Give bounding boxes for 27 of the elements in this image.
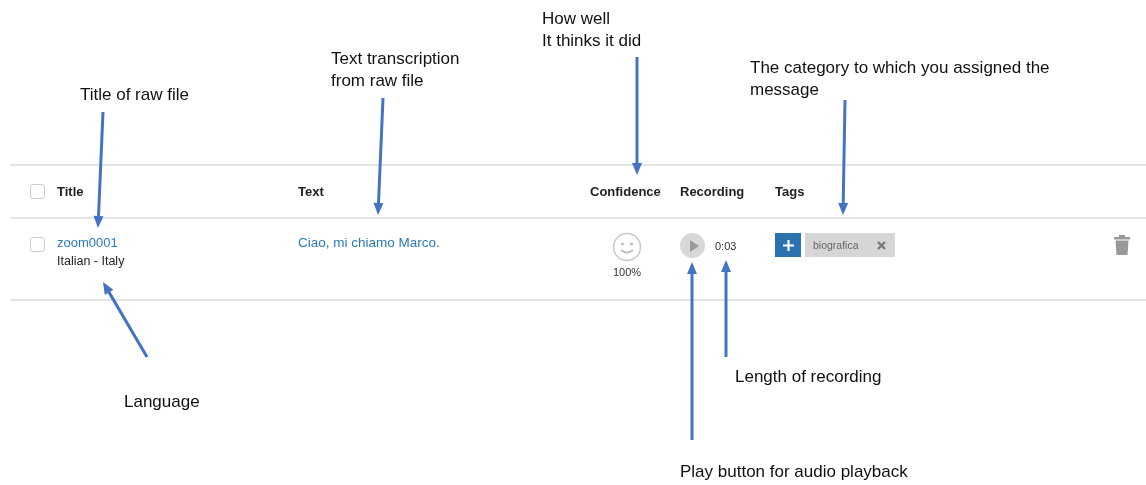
smiley-icon — [612, 232, 642, 262]
tag-label: biografica — [813, 239, 859, 251]
recording-length: 0:03 — [715, 239, 737, 252]
plus-icon — [782, 239, 794, 251]
column-header: Confidence — [590, 184, 662, 199]
annotation-text: Play button for audio playback — [680, 461, 908, 483]
play-button[interactable] — [680, 233, 705, 258]
row-checkbox[interactable] — [30, 237, 45, 252]
transcription-link[interactable]: Ciao, mi chiamo Marco. — [298, 235, 440, 250]
play-icon — [689, 239, 699, 252]
add-tag-button[interactable] — [775, 233, 801, 257]
confidence-value: 100% — [612, 266, 642, 278]
column-header: Recording — [680, 184, 746, 199]
annotation-text: Text transcription from raw file — [331, 48, 460, 92]
remove-icon[interactable] — [876, 240, 886, 250]
select-all-checkbox[interactable] — [30, 184, 45, 199]
column-header: Title — [57, 184, 85, 199]
annotation-text: The category to which you assigned the message — [750, 57, 1050, 101]
annotation-text: How well It thinks it did — [542, 8, 642, 52]
column-header: Text — [298, 184, 325, 199]
column-header: Tags — [775, 184, 806, 199]
trash-icon[interactable] — [1114, 235, 1130, 255]
annotation-text: Length of recording — [735, 366, 882, 388]
annotation-text: Language — [124, 391, 200, 413]
file-title-link[interactable]: zoom0001 — [57, 235, 118, 250]
language-label: Italian - Italy — [57, 254, 126, 268]
annotation-text: Title of raw file — [80, 84, 189, 106]
